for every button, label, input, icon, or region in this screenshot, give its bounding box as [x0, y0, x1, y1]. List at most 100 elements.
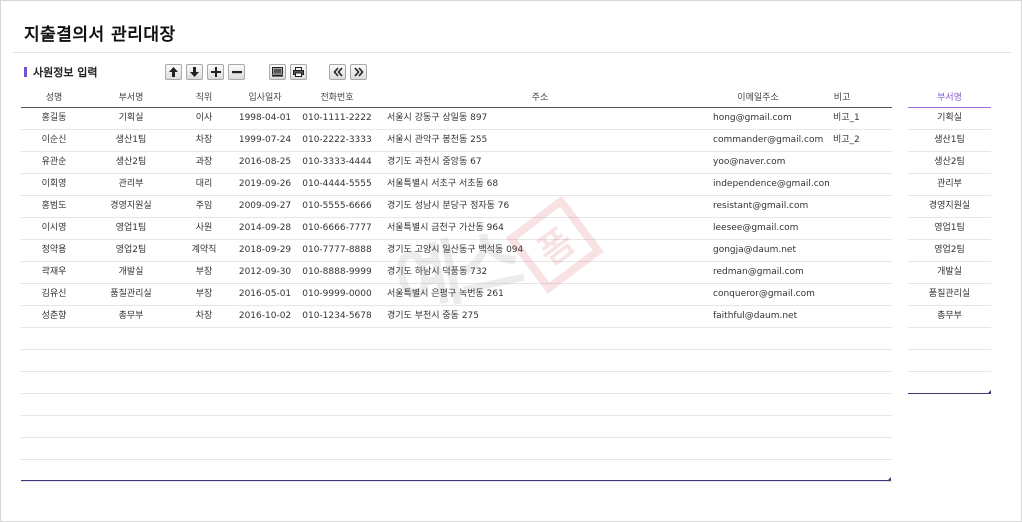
cell-address[interactable]: 경기도 과천시 중앙동 67 — [377, 152, 709, 173]
department-list-item[interactable]: 개발실 — [908, 262, 991, 284]
cell-hire-date[interactable]: 2012-09-30 — [233, 262, 297, 283]
cell-department[interactable]: 개발실 — [87, 262, 175, 283]
add-row-button[interactable] — [207, 64, 224, 80]
cell-hire-date[interactable]: 2018-09-29 — [233, 240, 297, 261]
department-list-item[interactable]: 영업1팀 — [908, 218, 991, 240]
empty-row[interactable] — [21, 416, 892, 438]
prev-page-button[interactable] — [329, 64, 346, 80]
cell-phone[interactable]: 010-9999-0000 — [297, 284, 377, 305]
cell-note[interactable] — [829, 262, 887, 283]
cell-position[interactable]: 차장 — [175, 306, 233, 327]
cell-phone[interactable]: 010-2222-3333 — [297, 130, 377, 151]
cell-note[interactable]: 비고_1 — [829, 108, 887, 129]
cell-email[interactable]: conqueror@gmail.com — [709, 284, 829, 305]
cell-email[interactable]: independence@gmail.com — [709, 174, 829, 195]
cell-name[interactable]: 성춘향 — [21, 306, 87, 327]
cell-email[interactable]: faithful@daum.net — [709, 306, 829, 327]
table-row[interactable]: 홍길동 기획실 이사 1998-04-01 010-1111-2222 서울시 강동구 상… — [21, 108, 892, 130]
cell-position[interactable]: 대리 — [175, 174, 233, 195]
cell-hire-date[interactable]: 2019-09-26 — [233, 174, 297, 195]
cell-email[interactable]: hong@gmail.com — [709, 108, 829, 129]
column-header-email[interactable]: 이메일주소 — [703, 89, 813, 107]
cell-email[interactable]: resistant@gmail.com — [709, 196, 829, 217]
cell-hire-date[interactable]: 2016-10-02 — [233, 306, 297, 327]
column-header-address[interactable]: 주소 — [377, 89, 703, 107]
cell-address[interactable]: 서울시 관악구 봉천동 255 — [377, 130, 709, 151]
cell-phone[interactable]: 010-4444-5555 — [297, 174, 377, 195]
cell-name[interactable]: 홍범도 — [21, 196, 87, 217]
empty-row[interactable] — [21, 438, 892, 460]
empty-department-row[interactable] — [908, 328, 991, 350]
cell-position[interactable]: 주임 — [175, 196, 233, 217]
cell-phone[interactable]: 010-8888-9999 — [297, 262, 377, 283]
cell-department[interactable]: 영업2팀 — [87, 240, 175, 261]
cell-department[interactable]: 생산2팀 — [87, 152, 175, 173]
cell-name[interactable]: 이순신 — [21, 130, 87, 151]
move-up-button[interactable] — [165, 64, 182, 80]
cell-email[interactable]: gongja@daum.net — [709, 240, 829, 261]
department-list-item[interactable]: 총무부 — [908, 306, 991, 328]
department-list-item[interactable]: 품질관리실 — [908, 284, 991, 306]
cell-hire-date[interactable]: 1998-04-01 — [233, 108, 297, 129]
cell-hire-date[interactable]: 1999-07-24 — [233, 130, 297, 151]
cell-department[interactable]: 생산1팀 — [87, 130, 175, 151]
cell-email[interactable]: redman@gmail.com — [709, 262, 829, 283]
cell-position[interactable]: 계약직 — [175, 240, 233, 261]
empty-row[interactable] — [21, 372, 892, 394]
cell-name[interactable]: 유관순 — [21, 152, 87, 173]
cell-department[interactable]: 영업1팀 — [87, 218, 175, 239]
cell-position[interactable]: 과장 — [175, 152, 233, 173]
table-row[interactable]: 이순신 생산1팀 차장 1999-07-24 010-2222-3333 서울시 관악구 … — [21, 130, 892, 152]
cell-position[interactable]: 부장 — [175, 262, 233, 283]
empty-row[interactable] — [21, 328, 892, 350]
cell-note[interactable] — [829, 152, 887, 173]
column-header-name[interactable]: 성명 — [21, 89, 87, 107]
cell-position[interactable]: 차장 — [175, 130, 233, 151]
department-grid-header-label[interactable]: 부서명 — [908, 89, 991, 107]
empty-row[interactable] — [21, 350, 892, 372]
column-header-note[interactable]: 비고 — [813, 89, 871, 107]
department-list-item[interactable]: 경영지원실 — [908, 196, 991, 218]
column-header-phone[interactable]: 전화번호 — [297, 89, 377, 107]
cell-note[interactable]: 비고_2 — [829, 130, 887, 151]
preview-button[interactable] — [269, 64, 286, 80]
cell-name[interactable]: 이시영 — [21, 218, 87, 239]
cell-hire-date[interactable]: 2016-08-25 — [233, 152, 297, 173]
cell-hire-date[interactable]: 2009-09-27 — [233, 196, 297, 217]
cell-position[interactable]: 이사 — [175, 108, 233, 129]
column-header-position[interactable]: 직위 — [175, 89, 233, 107]
cell-phone[interactable]: 010-3333-4444 — [297, 152, 377, 173]
cell-name[interactable]: 김유신 — [21, 284, 87, 305]
delete-row-button[interactable] — [228, 64, 245, 80]
next-page-button[interactable] — [350, 64, 367, 80]
cell-name[interactable]: 이회영 — [21, 174, 87, 195]
cell-hire-date[interactable]: 2016-05-01 — [233, 284, 297, 305]
cell-email[interactable]: leesee@gmail.com — [709, 218, 829, 239]
cell-email[interactable]: yoo@naver.com — [709, 152, 829, 173]
cell-note[interactable] — [829, 240, 887, 261]
cell-phone[interactable]: 010-1234-5678 — [297, 306, 377, 327]
column-header-department[interactable]: 부서명 — [87, 89, 175, 107]
cell-phone[interactable]: 010-7777-8888 — [297, 240, 377, 261]
cell-position[interactable]: 부장 — [175, 284, 233, 305]
cell-note[interactable] — [829, 218, 887, 239]
column-header-hire-date[interactable]: 입사일자 — [233, 89, 297, 107]
cell-note[interactable] — [829, 174, 887, 195]
cell-department[interactable]: 총무부 — [87, 306, 175, 327]
cell-phone[interactable]: 010-5555-6666 — [297, 196, 377, 217]
empty-department-row[interactable] — [908, 350, 991, 372]
department-list-item[interactable]: 기획실 — [908, 108, 991, 130]
cell-email[interactable]: commander@gmail.com — [709, 130, 829, 151]
cell-department[interactable]: 경영지원실 — [87, 196, 175, 217]
empty-department-row[interactable] — [908, 372, 991, 394]
cell-department[interactable]: 관리부 — [87, 174, 175, 195]
department-list-item[interactable]: 영업2팀 — [908, 240, 991, 262]
employee-grid-resize-handle[interactable] — [887, 477, 891, 481]
department-list-item[interactable]: 생산1팀 — [908, 130, 991, 152]
empty-row[interactable] — [21, 460, 892, 482]
cell-phone[interactable]: 010-6666-7777 — [297, 218, 377, 239]
department-list-item[interactable]: 생산2팀 — [908, 152, 991, 174]
cell-department[interactable]: 기획실 — [87, 108, 175, 129]
cell-note[interactable] — [829, 196, 887, 217]
cell-position[interactable]: 사원 — [175, 218, 233, 239]
